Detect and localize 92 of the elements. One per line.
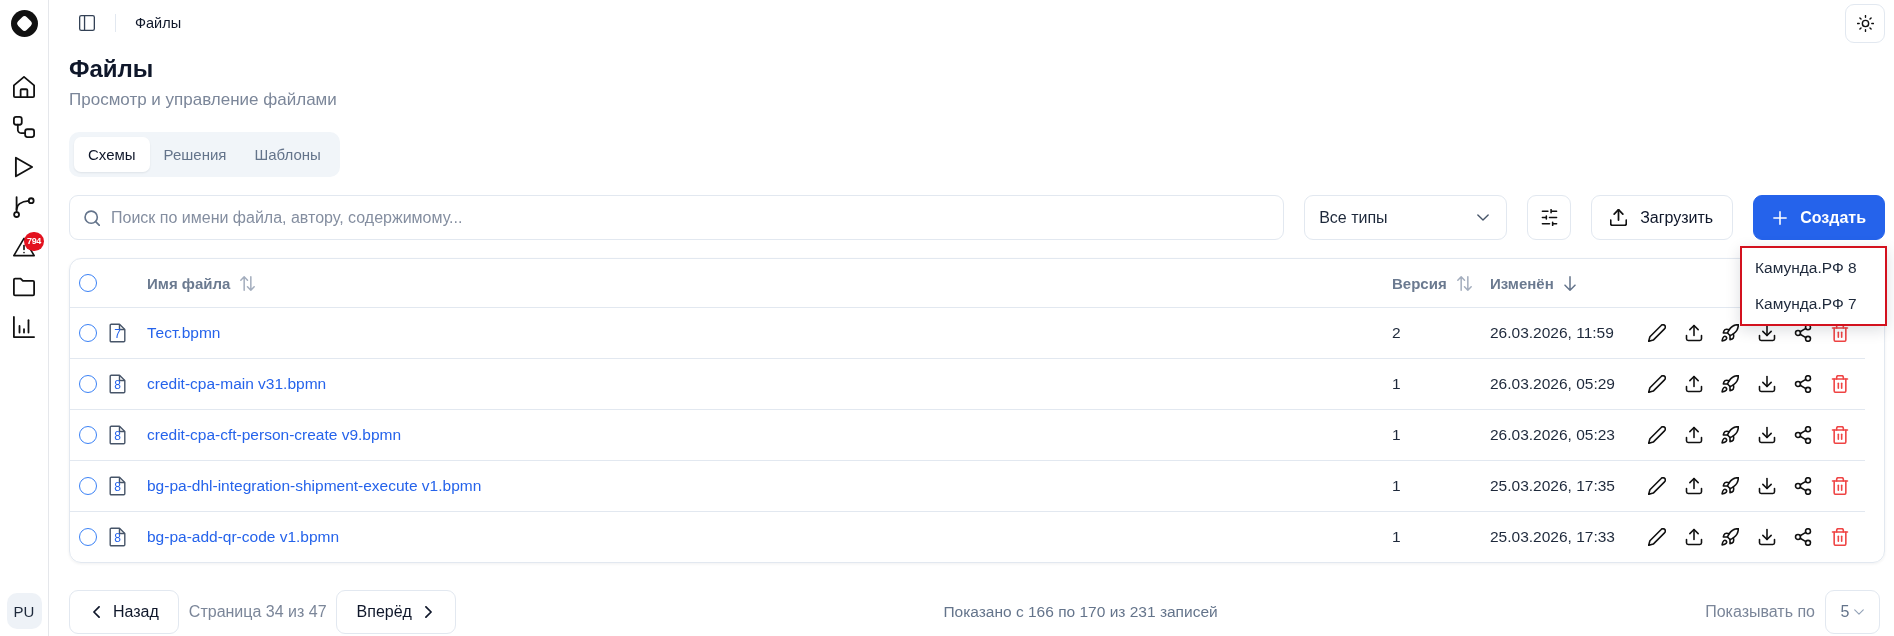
download-icon[interactable] — [1757, 477, 1776, 495]
file-icon: 8 — [109, 527, 126, 547]
page-subtitle: Просмотр и управление файлами — [69, 89, 338, 111]
upload-icon[interactable] — [1684, 426, 1703, 444]
folder-icon[interactable] — [13, 276, 35, 298]
menu-item[interactable]: Камунда.РФ 7 — [1742, 286, 1885, 322]
records-summary: Показано с 166 по 170 из 231 записей — [943, 603, 1218, 621]
sliders-icon — [1540, 209, 1558, 226]
rocket-icon[interactable] — [1721, 324, 1740, 342]
rocket-icon[interactable] — [1721, 375, 1740, 393]
upload-icon[interactable] — [1684, 375, 1703, 393]
trash-icon[interactable] — [1830, 426, 1849, 444]
modified-date-cell: 25.03.2026, 17:33 — [1490, 528, 1615, 546]
previous-page-button[interactable]: Назад — [69, 590, 179, 634]
column-header[interactable]: Изменён — [1490, 274, 1576, 292]
notification-badge: 794 — [24, 232, 44, 251]
file-icon: 8 — [109, 374, 126, 394]
chevron-down-icon — [1477, 214, 1490, 221]
version-cell: 1 — [1392, 426, 1401, 444]
logo-icon[interactable] — [10, 10, 38, 37]
download-icon[interactable] — [1757, 375, 1776, 393]
branch-icon[interactable] — [13, 196, 35, 218]
column-header[interactable]: Имя файла — [147, 274, 256, 292]
file-link[interactable]: bg-pa-dhl-integration-shipment-execute v1.bpmn — [147, 477, 482, 495]
file-link[interactable]: credit-cpa-main v31.bpmn — [147, 375, 327, 393]
page-title: Файлы — [69, 54, 155, 84]
theme-toggle-button[interactable] — [1845, 3, 1885, 43]
column-header[interactable]: Версия — [1392, 274, 1472, 292]
tab[interactable]: Решения — [149, 137, 241, 172]
type-select[interactable]: Все типы — [1304, 195, 1508, 240]
file-icon: 8 — [109, 476, 126, 496]
filter-button[interactable] — [1527, 195, 1572, 240]
rocket-icon[interactable] — [1721, 477, 1740, 495]
version-cell: 1 — [1392, 375, 1401, 393]
create-button[interactable]: Создать — [1753, 195, 1885, 240]
sun-icon — [1856, 14, 1874, 32]
sidebar-toggle-icon[interactable] — [79, 15, 95, 31]
pencil-icon[interactable] — [1648, 426, 1667, 444]
upload-icon[interactable] — [1684, 477, 1703, 495]
file-link[interactable]: bg-pa-add-qr-code v1.bpmn — [147, 528, 340, 546]
file-link[interactable]: credit-cpa-cft-person-create v9.bpmn — [147, 426, 402, 444]
modified-date-cell: 25.03.2026, 17:35 — [1490, 477, 1615, 495]
share-icon[interactable] — [1794, 324, 1813, 342]
modified-date-cell: 26.03.2026, 11:59 — [1490, 324, 1614, 342]
tab[interactable]: Схемы — [74, 137, 150, 172]
download-icon[interactable] — [1757, 324, 1776, 342]
bar-chart-icon[interactable] — [13, 316, 35, 338]
share-icon[interactable] — [1794, 477, 1813, 495]
rocket-icon[interactable] — [1721, 426, 1740, 444]
chevron-left-icon — [93, 606, 100, 618]
chevron-right-icon — [424, 606, 432, 618]
modified-date-cell: 26.03.2026, 05:29 — [1490, 375, 1615, 393]
breadcrumb: Файлы — [135, 15, 182, 31]
play-icon[interactable] — [13, 156, 35, 178]
search-icon — [84, 209, 100, 226]
next-page-button[interactable]: Вперёд — [335, 590, 456, 634]
share-icon[interactable] — [1794, 528, 1813, 546]
upload-icon[interactable] — [1684, 528, 1703, 546]
pencil-icon[interactable] — [1648, 324, 1667, 342]
upload-button[interactable]: Загрузить — [1591, 195, 1734, 240]
trash-icon[interactable] — [1830, 324, 1849, 342]
download-icon[interactable] — [1757, 528, 1776, 546]
trash-icon[interactable] — [1830, 528, 1849, 546]
modified-date-cell: 26.03.2026, 05:23 — [1490, 426, 1615, 444]
file-icon: 8 — [109, 425, 126, 445]
pencil-icon[interactable] — [1648, 528, 1667, 546]
chevron-down-icon — [1854, 609, 1865, 615]
rocket-icon[interactable] — [1721, 528, 1740, 546]
trash-icon[interactable] — [1830, 477, 1849, 495]
flowchart-icon[interactable] — [13, 116, 35, 138]
search-field[interactable]: Поиск по имени файла, автору, содержимому... — [69, 195, 1285, 240]
file-icon: 7 — [109, 323, 126, 343]
share-icon[interactable] — [1794, 426, 1813, 444]
tab[interactable]: Шаблоны — [240, 137, 335, 172]
page-indicator: Страница 34 из 47 — [188, 603, 327, 621]
plus-icon — [1773, 210, 1788, 225]
version-cell: 1 — [1392, 477, 1401, 495]
upload-icon[interactable] — [1684, 324, 1703, 342]
pencil-icon[interactable] — [1648, 477, 1667, 495]
home-icon[interactable] — [13, 76, 35, 98]
trash-icon[interactable] — [1830, 375, 1849, 393]
download-icon[interactable] — [1757, 426, 1776, 444]
page-size-label: Показывать по — [1705, 603, 1815, 621]
version-cell: 1 — [1392, 528, 1401, 546]
menu-item[interactable]: Камунда.РФ 8 — [1742, 250, 1885, 286]
pencil-icon[interactable] — [1648, 375, 1667, 393]
file-link[interactable]: Тест.bpmn — [147, 324, 221, 342]
user-avatar[interactable]: PU — [6, 593, 42, 629]
share-icon[interactable] — [1794, 375, 1813, 393]
version-cell: 2 — [1392, 324, 1401, 342]
page-size-select[interactable]: 5 — [1825, 590, 1880, 634]
upload-icon — [1610, 209, 1628, 226]
